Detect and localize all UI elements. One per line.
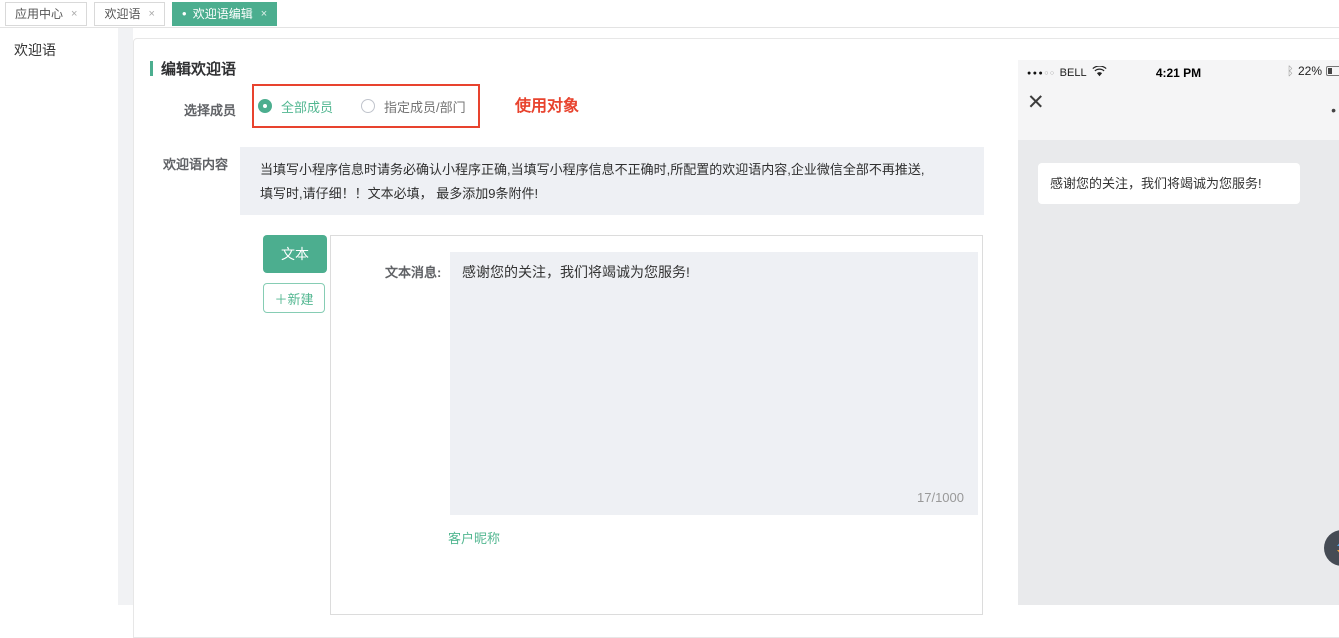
tab-bar: 应用中心 × 欢迎语 × ● 欢迎语编辑 × xyxy=(0,0,1339,28)
clock-label: 4:21 PM xyxy=(1156,66,1201,80)
preview-message-bubble: 感谢您的关注，我们将竭诚为您服务! xyxy=(1038,163,1300,204)
radio-all-members-label[interactable]: 全部成员 xyxy=(281,97,333,116)
char-counter: 17/1000 xyxy=(917,490,964,505)
message-textarea-wrap: 感谢您的关注，我们将竭诚为您服务! 17/1000 xyxy=(450,252,978,515)
close-icon[interactable]: × xyxy=(71,8,77,20)
text-message-label: 文本消息: xyxy=(385,262,441,281)
radio-specified-members-label[interactable]: 指定成员/部门 xyxy=(384,97,466,116)
active-dot-icon: ● xyxy=(182,10,187,18)
phone-close-icon: ✕ xyxy=(1027,92,1045,113)
tab-label: 欢迎语编辑 xyxy=(193,5,253,22)
customer-nickname-link[interactable]: 客户昵称 xyxy=(448,528,500,547)
close-icon[interactable]: × xyxy=(261,8,267,20)
text-tab-button[interactable]: 文本 xyxy=(263,235,327,273)
annotation-text: 使用对象 xyxy=(515,92,579,116)
tab-label: 应用中心 xyxy=(15,5,63,22)
tab-app-center[interactable]: 应用中心 × xyxy=(5,2,87,26)
section-accent-bar xyxy=(150,61,153,76)
status-right-group: ᛒ 22% xyxy=(1287,64,1339,78)
sidebar-item-welcome[interactable]: 欢迎语 xyxy=(14,40,56,60)
phone-status-bar: ●●●○○ BELL 4:21 PM ᛒ 22% xyxy=(1018,60,1339,86)
tab-welcome-edit[interactable]: ● 欢迎语编辑 × xyxy=(172,2,277,26)
phone-preview-header: ●●●○○ BELL 4:21 PM ᛒ 22% ✕ • xyxy=(1018,60,1339,140)
notice-line-1: 当填写小程序信息时请务必确认小程序正确,当填写小程序信息不正确时,所配置的欢迎语… xyxy=(260,158,964,182)
battery-percent-label: 22% xyxy=(1298,64,1322,78)
notice-box: 当填写小程序信息时请务必确认小程序正确,当填写小程序信息不正确时,所配置的欢迎语… xyxy=(240,147,984,215)
close-icon[interactable]: × xyxy=(148,8,154,20)
signal-strength-icon: ●●●○○ xyxy=(1027,70,1056,77)
member-radio-group: 全部成员 指定成员/部门 xyxy=(258,95,466,117)
notice-line-2: 填写时,请仔细！！文本必填， 最多添加9条附件! xyxy=(260,182,964,206)
add-new-button[interactable]: ＋新建 xyxy=(263,283,325,313)
section-title-text: 编辑欢迎语 xyxy=(161,58,236,79)
carrier-label: BELL xyxy=(1060,67,1087,79)
member-select-label: 选择成员 xyxy=(184,100,236,119)
content-label: 欢迎语内容 xyxy=(163,154,228,173)
radio-specified-members[interactable] xyxy=(361,99,375,113)
radio-all-members[interactable] xyxy=(258,99,272,113)
phone-more-icon: • xyxy=(1331,102,1336,118)
battery-icon xyxy=(1326,66,1339,76)
section-title: 编辑欢迎语 xyxy=(150,58,236,79)
tab-label: 欢迎语 xyxy=(104,5,140,22)
message-textarea[interactable]: 感谢您的关注，我们将竭诚为您服务! xyxy=(450,252,978,515)
bluetooth-icon: ᛒ xyxy=(1287,64,1294,78)
layout-gutter xyxy=(118,28,133,605)
tab-welcome[interactable]: 欢迎语 × xyxy=(94,2,164,26)
phone-chat-area: 感谢您的关注，我们将竭诚为您服务! xyxy=(1018,140,1339,605)
wifi-icon xyxy=(1092,64,1107,82)
